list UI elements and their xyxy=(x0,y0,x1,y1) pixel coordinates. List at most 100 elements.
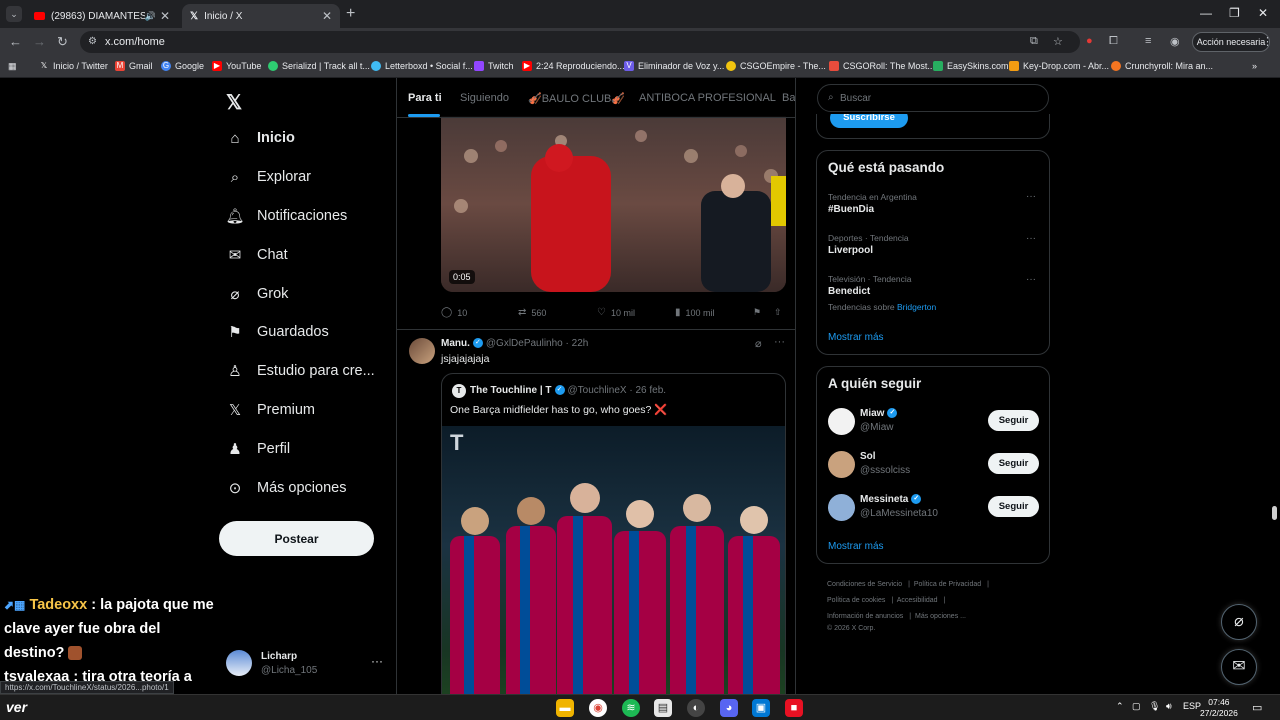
bookmark-item[interactable]: V Eliminador de Voz y... xyxy=(624,61,724,71)
follow-button[interactable]: Seguir xyxy=(988,496,1039,517)
footer-link[interactable]: Condiciones de Servicio xyxy=(827,581,902,588)
speaker-icon[interactable]: 🔊 xyxy=(145,11,156,22)
bookmark-item[interactable]: ▶ YouTube xyxy=(212,61,261,71)
reply-button[interactable]: ◯ 10 xyxy=(441,307,467,318)
footer-link[interactable]: Política de Privacidad xyxy=(914,581,981,588)
nav-item-notificaciones[interactable]: 🔔︎ Notificaciones xyxy=(225,203,347,229)
nav-item-guardados[interactable]: ⚑ Guardados xyxy=(226,319,328,345)
bookmark-star-icon[interactable]: ☆ xyxy=(1053,35,1063,48)
messages-floating-button[interactable]: ✉ xyxy=(1221,649,1257,685)
footer-link[interactable]: Accesibilidad xyxy=(897,597,938,604)
extensions-puzzle-icon[interactable]: ⧠ xyxy=(1109,35,1118,48)
address-bar[interactable]: ⚙ x.com/home ⧉ ☆ xyxy=(80,31,1080,53)
quote-image[interactable]: T xyxy=(442,426,785,694)
footer-link[interactable]: Información de anuncios xyxy=(827,613,903,620)
nav-item-premium[interactable]: 𝕏 Premium xyxy=(226,397,315,423)
apps-grid-icon[interactable]: ▦ xyxy=(8,61,17,72)
avatar[interactable] xyxy=(828,494,855,521)
browser-tab-x[interactable]: 𝕏 Inicio / X ✕ xyxy=(182,4,340,28)
follow-name[interactable]: Sol xyxy=(860,451,876,462)
tab-siguiendo[interactable]: Siguiendo xyxy=(460,92,509,104)
bookmark-item[interactable]: CSGORoll: The Most... xyxy=(829,61,935,71)
bookmark-item[interactable]: Serializd | Track all t... xyxy=(268,61,370,71)
quoted-tweet[interactable]: T The Touchline | T ✓ @TouchlineX · 26 feb… xyxy=(441,373,786,694)
back-icon[interactable]: ← xyxy=(9,34,22,49)
site-info-icon[interactable]: ⚙ xyxy=(88,36,97,47)
nav-item-mas-opciones[interactable]: ⊙ Más opciones xyxy=(226,475,347,501)
post-button[interactable]: Postear xyxy=(219,521,374,556)
nav-item-inicio[interactable]: ⌂ Inicio xyxy=(226,125,294,151)
show-more-link[interactable]: Mostrar más xyxy=(828,332,884,343)
chrome-icon[interactable]: ◉ xyxy=(589,699,607,717)
trend-name[interactable]: Benedict xyxy=(828,286,870,297)
extension-icon[interactable]: ● xyxy=(1086,35,1093,47)
spotify-icon[interactable]: ≋ xyxy=(622,699,640,717)
restore-button[interactable]: ❐ xyxy=(1229,6,1240,20)
nav-item-estudio[interactable]: ♙ Estudio para cre... xyxy=(226,358,374,384)
bookmark-item[interactable]: ▶ 2:24 Reproduciendo... xyxy=(522,61,625,71)
follow-handle[interactable]: @sssolciss xyxy=(860,465,910,476)
follow-name[interactable]: Miaw ✓ xyxy=(860,408,900,419)
browser-tab-youtube[interactable]: (29863) DIAMANTES & KAL 🔊 ✕ xyxy=(26,4,178,28)
more-icon[interactable]: ··· xyxy=(1026,191,1036,202)
avatar[interactable] xyxy=(409,338,435,364)
bookmark-item[interactable]: CSGOEmpire - The... xyxy=(726,61,826,71)
bookmark-item[interactable]: 𝕏 Inicio / Twitter xyxy=(39,61,108,71)
nav-item-grok[interactable]: ⌀ Grok xyxy=(226,281,288,307)
tab-baulo-club[interactable]: 🎻BAULO CLUB🎻 xyxy=(528,92,625,105)
url-text[interactable]: x.com/home xyxy=(105,36,165,48)
file-explorer-icon[interactable]: ▬ xyxy=(556,699,574,717)
profile-avatar-icon[interactable]: ◉ xyxy=(1170,35,1180,48)
like-button[interactable]: ♡ 10 mil xyxy=(597,307,635,318)
x-logo-icon[interactable]: 𝕏 xyxy=(226,90,242,115)
tweet-time[interactable]: · 22h xyxy=(566,338,589,349)
bookmark-item[interactable]: Crunchyroll: Mira an... xyxy=(1111,61,1213,71)
tab-search-button[interactable]: ⌄ xyxy=(6,6,22,22)
avatar[interactable] xyxy=(828,451,855,478)
obs-icon[interactable]: ◐ xyxy=(687,699,705,717)
microphone-icon[interactable]: 🎙︎ xyxy=(1149,701,1160,712)
show-more-link[interactable]: Mostrar más xyxy=(828,541,884,552)
language-indicator[interactable]: ESP xyxy=(1183,701,1201,711)
avatar[interactable] xyxy=(828,408,855,435)
author-handle[interactable]: @GxlDePaulinho xyxy=(486,338,563,349)
grok-icon[interactable]: ⌀ xyxy=(755,337,762,350)
tab-para-ti[interactable]: Para ti xyxy=(408,92,442,104)
share-button[interactable]: ⇧ xyxy=(774,307,782,318)
notifications-icon[interactable]: ▭ xyxy=(1252,701,1262,714)
volume-icon[interactable]: 🔊︎ xyxy=(1166,701,1172,712)
tab-more[interactable]: Ba xyxy=(782,92,795,104)
search-input[interactable]: ⌕ Buscar xyxy=(817,84,1049,112)
bookmark-item[interactable]: EasySkins.com xyxy=(933,61,1009,71)
clock[interactable]: 07:46 27/2/2026 xyxy=(1200,697,1238,719)
nav-item-explorar[interactable]: ⌕ Explorar xyxy=(226,164,311,190)
scrollbar[interactable] xyxy=(1272,506,1277,520)
bookmark-item[interactable]: G Google xyxy=(161,61,204,71)
tab-antiboca[interactable]: ANTIBOCA PROFESIONAL xyxy=(639,92,776,104)
trend-name[interactable]: Liverpool xyxy=(828,245,873,256)
new-tab-button[interactable]: + xyxy=(346,5,355,23)
install-app-icon[interactable]: ⧉ xyxy=(1030,35,1038,48)
app-icon[interactable]: ■ xyxy=(785,699,803,717)
more-icon[interactable]: ··· xyxy=(1026,274,1036,285)
browser-menu-icon[interactable]: ⋮ xyxy=(1262,35,1273,48)
bookmark-item[interactable]: Key-Drop.com - Abr... xyxy=(1009,61,1109,71)
minimize-button[interactable]: — xyxy=(1200,6,1212,20)
close-window-button[interactable]: ✕ xyxy=(1258,6,1268,20)
views-button[interactable]: ▮ 100 mil xyxy=(675,307,715,318)
trend-related-link[interactable]: Bridgerton xyxy=(897,302,936,312)
author-name[interactable]: Manu. xyxy=(441,338,470,349)
reload-icon[interactable]: ↻ xyxy=(57,34,68,50)
trend-name[interactable]: #BuenDia xyxy=(828,204,874,215)
bookmark-item[interactable]: Letterboxd • Social f... xyxy=(371,61,473,71)
forward-icon[interactable]: → xyxy=(33,34,46,49)
footer-link[interactable]: Más opciones ... xyxy=(915,613,966,620)
nav-item-perfil[interactable]: ♟ Perfil xyxy=(226,436,290,462)
tweet-video[interactable]: 0:05 xyxy=(441,116,786,292)
tray-chevron-icon[interactable]: ⌃ xyxy=(1116,701,1124,712)
tray-icon[interactable]: ▢ xyxy=(1132,701,1141,712)
follow-handle[interactable]: @LaMessineta10 xyxy=(860,508,938,519)
account-switcher[interactable]: Licharp @Licha_105 ··· xyxy=(226,648,386,680)
discord-icon[interactable]: ◕ xyxy=(720,699,738,717)
close-icon[interactable]: ✕ xyxy=(322,9,332,23)
